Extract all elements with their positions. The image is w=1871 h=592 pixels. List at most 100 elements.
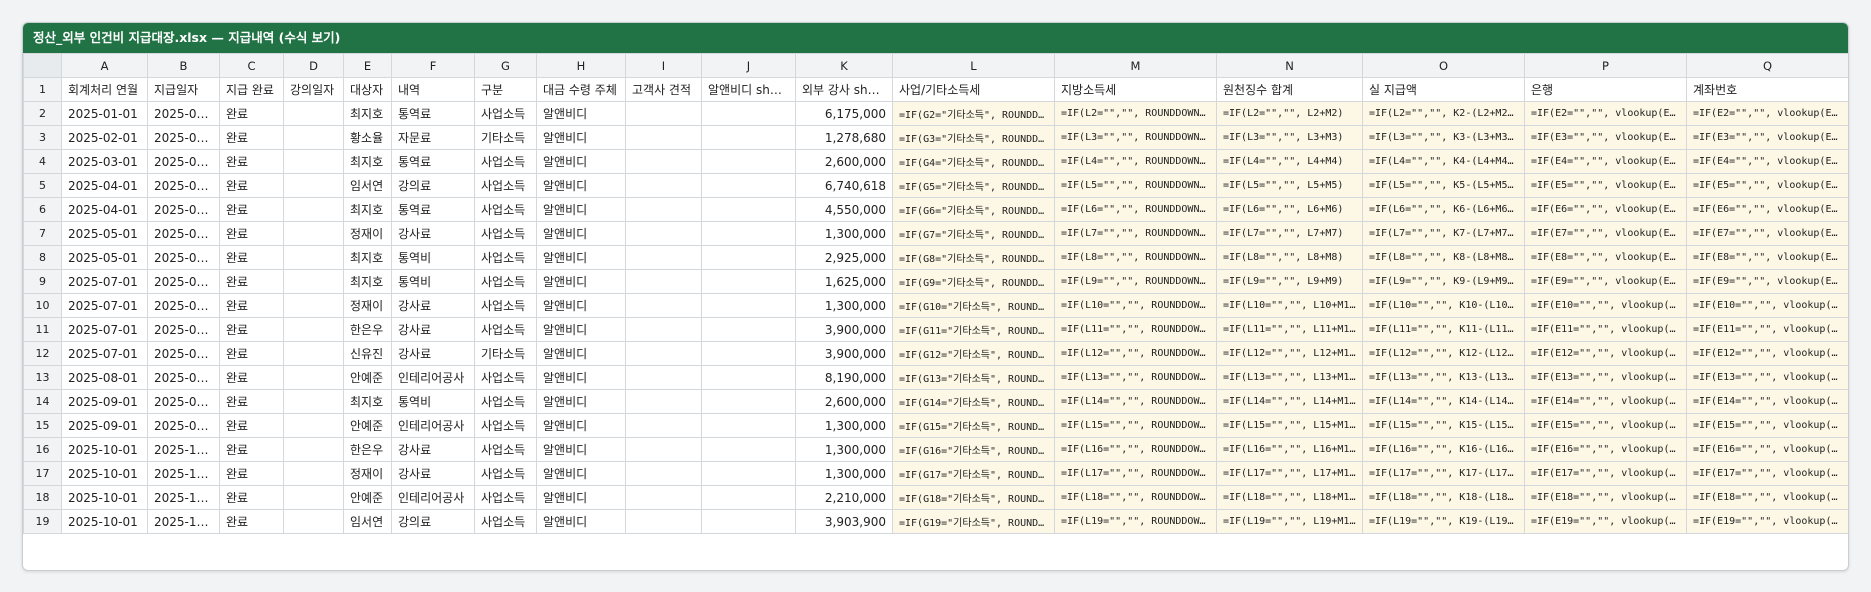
data-cell[interactable]: 사업소득	[474, 293, 537, 318]
formula-cell[interactable]: =IF(L10="","", ROUNDDOWN…	[1054, 293, 1217, 318]
data-cell[interactable]: 2025-04-21	[147, 197, 220, 222]
formula-cell[interactable]: =IF(L7="","", K7-(L7+M7))	[1362, 221, 1525, 246]
data-cell[interactable]	[625, 245, 702, 270]
data-cell[interactable]: 알앤비디	[536, 125, 626, 150]
header-cell[interactable]: 실 지급액	[1362, 77, 1525, 102]
formula-cell[interactable]: =IF(L5="","", ROUNDDOWN(…	[1054, 173, 1217, 198]
data-cell[interactable]: 완료	[219, 413, 284, 438]
formula-cell[interactable]: =IF(E11="","", vlookup(E…	[1524, 317, 1687, 342]
data-cell[interactable]: 강사료	[391, 341, 475, 366]
formula-cell[interactable]: =IF(L8="","", L8+M8)	[1216, 245, 1363, 270]
data-cell[interactable]: 강사료	[391, 461, 475, 486]
data-cell[interactable]: 완료	[219, 485, 284, 510]
data-cell[interactable]: 사업소득	[474, 221, 537, 246]
data-cell[interactable]: 2025-08-01	[61, 365, 148, 390]
data-cell[interactable]: 완료	[219, 269, 284, 294]
data-cell[interactable]: 알앤비디	[536, 485, 626, 510]
data-cell[interactable]: 최지호	[343, 269, 392, 294]
data-cell[interactable]: 1,278,680	[795, 125, 893, 150]
data-cell[interactable]: 완료	[219, 125, 284, 150]
data-cell[interactable]: 2025-09-01	[61, 389, 148, 414]
data-cell[interactable]: 한은우	[343, 437, 392, 462]
row-number[interactable]: 13	[23, 365, 62, 390]
data-cell[interactable]	[625, 413, 702, 438]
data-cell[interactable]	[283, 485, 344, 510]
formula-cell[interactable]: =IF(L10="","", K10-(L10+…	[1362, 293, 1525, 318]
formula-cell[interactable]: =IF(E19="","", vlookup(E…	[1686, 509, 1848, 534]
formula-cell[interactable]: =IF(L3="","", ROUNDDOWN(…	[1054, 125, 1217, 150]
data-cell[interactable]: 강사료	[391, 317, 475, 342]
data-cell[interactable]	[625, 269, 702, 294]
column-header-n[interactable]: N	[1216, 53, 1363, 78]
formula-cell[interactable]: =IF(L3="","", L3+M3)	[1216, 125, 1363, 150]
column-header-o[interactable]: O	[1362, 53, 1525, 78]
data-cell[interactable]: 1,300,000	[795, 461, 893, 486]
formula-cell[interactable]: =IF(L9="","", L9+M9)	[1216, 269, 1363, 294]
data-cell[interactable]: 통역료	[391, 149, 475, 174]
formula-cell[interactable]: =IF(L15="","", ROUNDDOWN…	[1054, 413, 1217, 438]
data-cell[interactable]	[625, 101, 702, 126]
formula-cell[interactable]: =IF(L4="","", L4+M4)	[1216, 149, 1363, 174]
data-cell[interactable]: 2025-04-01	[61, 197, 148, 222]
formula-cell[interactable]: =IF(E3="","", vlookup(E3…	[1686, 125, 1848, 150]
formula-cell[interactable]: =IF(E5="","", vlookup(E5…	[1686, 173, 1848, 198]
column-header-c[interactable]: C	[219, 53, 284, 78]
row-number[interactable]: 9	[23, 269, 62, 294]
formula-cell[interactable]: =IF(G4="기타소득", ROUNDD…	[892, 149, 1055, 174]
data-cell[interactable]	[283, 461, 344, 486]
data-cell[interactable]: 2025-09-01	[61, 413, 148, 438]
column-header-d[interactable]: D	[283, 53, 344, 78]
data-cell[interactable]: 2025-05-09	[147, 221, 220, 246]
data-cell[interactable]	[283, 245, 344, 270]
data-cell[interactable]	[701, 293, 796, 318]
formula-cell[interactable]: =IF(L2="","", ROUNDDOWN(…	[1054, 101, 1217, 126]
formula-cell[interactable]: =IF(E4="","", vlookup(E4…	[1524, 149, 1687, 174]
data-cell[interactable]: 사업소득	[474, 413, 537, 438]
formula-cell[interactable]: =IF(E4="","", vlookup(E4…	[1686, 149, 1848, 174]
data-cell[interactable]: 통역료	[391, 101, 475, 126]
data-cell[interactable]: 2025-07-01	[61, 341, 148, 366]
data-cell[interactable]	[625, 365, 702, 390]
formula-cell[interactable]: =IF(L9="","", K9-(L9+M9))	[1362, 269, 1525, 294]
data-cell[interactable]: 2025-09-09	[147, 389, 220, 414]
data-cell[interactable]: 3,903,900	[795, 509, 893, 534]
data-cell[interactable]: 사업소득	[474, 461, 537, 486]
formula-cell[interactable]: =IF(L17="","", L17+M17)	[1216, 461, 1363, 486]
header-cell[interactable]: 지급 완료	[219, 77, 284, 102]
formula-cell[interactable]: =IF(E7="","", vlookup(E7…	[1686, 221, 1848, 246]
data-cell[interactable]	[283, 173, 344, 198]
formula-cell[interactable]: =IF(L3="","", K3-(L3+M3))	[1362, 125, 1525, 150]
data-cell[interactable]	[625, 509, 702, 534]
data-cell[interactable]	[625, 173, 702, 198]
header-cell[interactable]: 사업/기타소득세	[892, 77, 1055, 102]
formula-cell[interactable]: =IF(E9="","", vlookup(E9…	[1686, 269, 1848, 294]
header-cell[interactable]: 원천징수 합계	[1216, 77, 1363, 102]
data-cell[interactable]	[283, 221, 344, 246]
data-cell[interactable]: 안예준	[343, 413, 392, 438]
formula-cell[interactable]: =IF(E2="","", vlookup(E2…	[1524, 101, 1687, 126]
formula-cell[interactable]: =IF(L13="","", L13+M13)	[1216, 365, 1363, 390]
data-cell[interactable]: 신유진	[343, 341, 392, 366]
header-cell[interactable]: 외부 강사 share	[795, 77, 893, 102]
data-cell[interactable]: 완료	[219, 221, 284, 246]
data-cell[interactable]: 사업소득	[474, 389, 537, 414]
column-header-b[interactable]: B	[147, 53, 220, 78]
data-cell[interactable]: 알앤비디	[536, 293, 626, 318]
data-cell[interactable]: 임서연	[343, 509, 392, 534]
data-cell[interactable]: 2025-07-23	[147, 341, 220, 366]
data-cell[interactable]: 사업소득	[474, 101, 537, 126]
data-cell[interactable]: 2025-06-04	[147, 245, 220, 270]
formula-cell[interactable]: =IF(L12="","", L12+M12)	[1216, 341, 1363, 366]
data-cell[interactable]	[701, 341, 796, 366]
formula-cell[interactable]: =IF(L19="","", L19+M19)	[1216, 509, 1363, 534]
formula-cell[interactable]: =IF(E12="","", vlookup(E…	[1524, 341, 1687, 366]
data-cell[interactable]: 완료	[219, 101, 284, 126]
data-cell[interactable]	[625, 389, 702, 414]
data-cell[interactable]: 기타소득	[474, 341, 537, 366]
formula-cell[interactable]: =IF(L16="","", L16+M16)	[1216, 437, 1363, 462]
data-cell[interactable]	[701, 269, 796, 294]
data-cell[interactable]: 사업소득	[474, 269, 537, 294]
formula-cell[interactable]: =IF(L8="","", K8-(L8+M8))	[1362, 245, 1525, 270]
data-cell[interactable]	[625, 341, 702, 366]
data-cell[interactable]: 2025-09-18	[147, 413, 220, 438]
